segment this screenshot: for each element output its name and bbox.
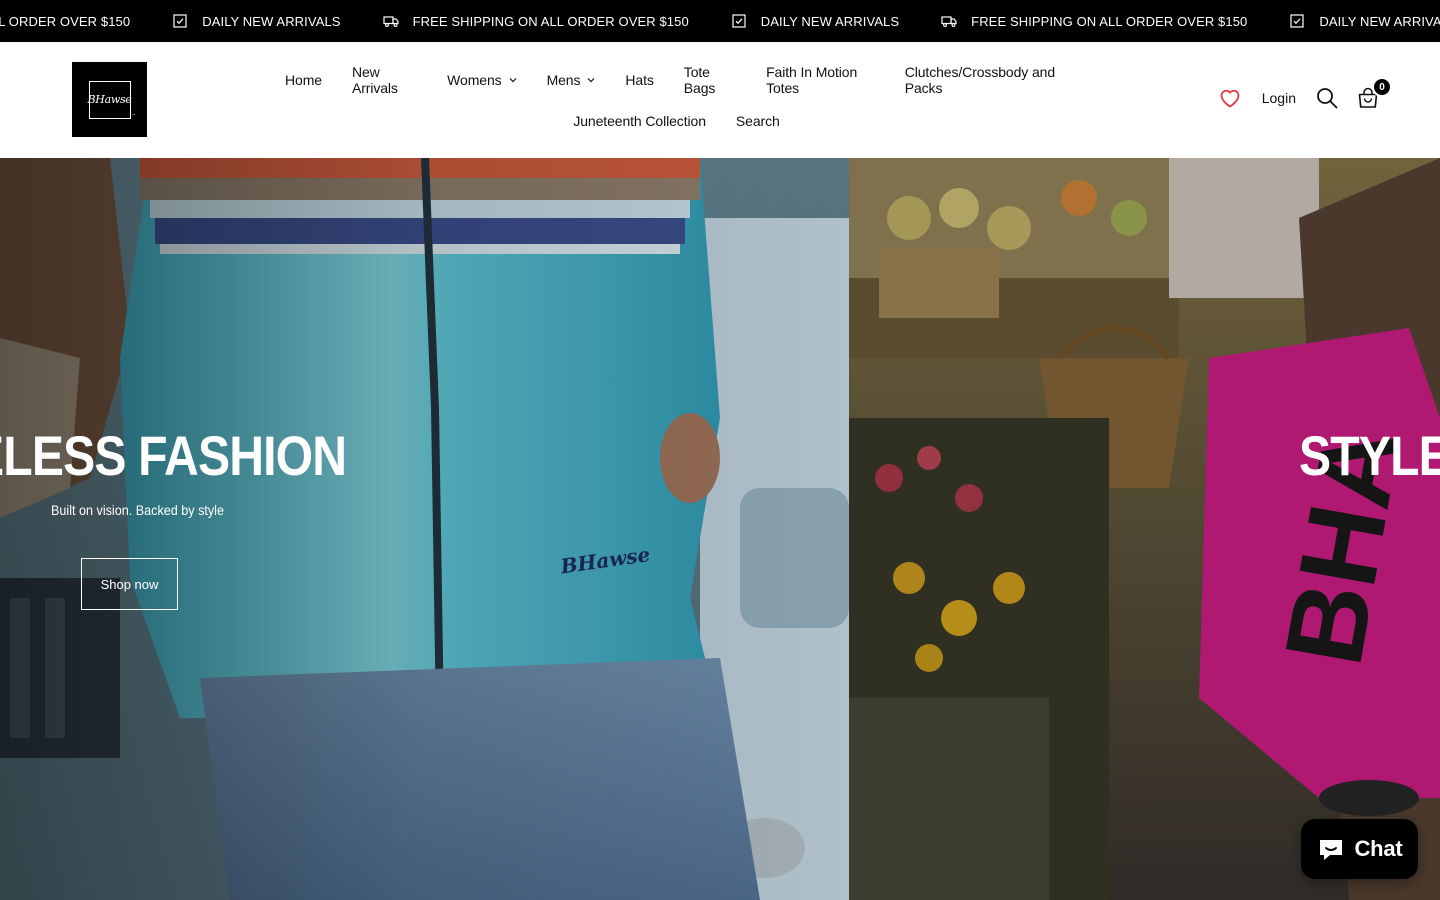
nav-item-label: Search bbox=[735, 112, 780, 129]
announcement-item: DAILY NEW ARRIVALS bbox=[731, 13, 899, 29]
nav-item-hats[interactable]: Hats bbox=[625, 72, 653, 88]
cart-button[interactable]: 0 bbox=[1356, 77, 1392, 110]
announcement-item: DAILY NEW ARRIVALS bbox=[1289, 13, 1440, 29]
announcement-track: FREE SHIPPING ON ALL ORDER OVER $150 DAIL… bbox=[0, 0, 1440, 42]
nav-row-1: Home New Arrivals Womens Mens Hats Tote Bags F… bbox=[270, 59, 1083, 100]
hero-image-jacket: BHawse bbox=[0, 158, 849, 900]
logo-text: BHawse bbox=[87, 93, 132, 106]
nav-item-womens[interactable]: Womens bbox=[447, 72, 516, 88]
nav-item-label: Clutches/Crossbody and Packs bbox=[904, 63, 1056, 96]
search-icon[interactable] bbox=[1316, 87, 1338, 109]
nav-item-mens[interactable]: Mens bbox=[547, 72, 596, 88]
announcement-item: FREE SHIPPING ON ALL ORDER OVER $150 bbox=[941, 13, 1247, 29]
logo[interactable]: BHawse ™ bbox=[72, 62, 147, 137]
header-actions: Login 0 bbox=[1218, 77, 1392, 110]
announcement-text: FREE SHIPPING ON ALL ORDER OVER $150 bbox=[0, 13, 131, 29]
nav-item-label: New Arrivals bbox=[351, 63, 398, 96]
cart-count-badge: 0 bbox=[1372, 77, 1392, 97]
chat-bubble-icon bbox=[1316, 834, 1346, 864]
announcement-bar: FREE SHIPPING ON ALL ORDER OVER $150 DAIL… bbox=[0, 0, 1440, 42]
nav-item-label: Tote Bags bbox=[683, 63, 716, 96]
announcement-text: FREE SHIPPING ON ALL ORDER OVER $150 bbox=[971, 13, 1248, 29]
site-header: BHawse ™ Home New Arrivals Womens Mens Hats T… bbox=[0, 42, 1440, 158]
check-square-icon bbox=[172, 13, 188, 29]
nav-item-label: Hats bbox=[625, 71, 654, 88]
truck-icon bbox=[941, 13, 957, 29]
nav-item-tote-bags[interactable]: Tote Bags bbox=[684, 64, 736, 96]
hero-slide-left[interactable]: BHawse ELESS FASHION Built on vision. Ba… bbox=[0, 158, 849, 900]
nav-item-faith-in-motion-totes[interactable]: Faith In Motion Totes bbox=[766, 64, 875, 96]
announcement-text: DAILY NEW ARRIVALS bbox=[202, 13, 341, 29]
chevron-down-icon bbox=[587, 76, 595, 84]
nav-item-clutches-crossbody-and-packs[interactable]: Clutches/Crossbody and Packs bbox=[905, 64, 1068, 96]
nav-item-label: Mens bbox=[546, 71, 581, 88]
announcement-item: FREE SHIPPING ON ALL ORDER OVER $150 bbox=[0, 14, 130, 29]
nav-row-2: Juneteenth Collection Search bbox=[270, 100, 1083, 141]
nav-item-search[interactable]: Search bbox=[736, 113, 780, 129]
shop-now-button[interactable]: Shop now bbox=[81, 558, 178, 610]
login-link[interactable]: Login bbox=[1262, 90, 1296, 106]
nav-item-new-arrivals[interactable]: New Arrivals bbox=[352, 64, 417, 96]
announcement-text: DAILY NEW ARRIVALS bbox=[760, 13, 900, 29]
hero-slide-right[interactable]: BHA STYLE bbox=[849, 158, 1440, 900]
nav-item-label: Faith In Motion Totes bbox=[766, 63, 858, 96]
nav-item-label: Juneteenth Collection bbox=[573, 112, 706, 129]
wishlist-heart-icon[interactable] bbox=[1218, 86, 1242, 110]
check-square-icon bbox=[1289, 13, 1305, 29]
chat-label: Chat bbox=[1354, 836, 1403, 861]
hero-right-title: STYLE bbox=[1299, 424, 1440, 487]
main-nav: Home New Arrivals Womens Mens Hats Tote Bags F… bbox=[270, 59, 1083, 141]
hero-left-subtitle: Built on vision. Backed by style bbox=[51, 502, 224, 518]
chat-button[interactable]: Chat bbox=[1301, 819, 1418, 879]
announcement-item: FREE SHIPPING ON ALL ORDER OVER $150 bbox=[382, 13, 689, 29]
chevron-down-icon bbox=[509, 76, 517, 84]
hero-slider: BHawse ELESS FASHION Built on vision. Ba… bbox=[0, 158, 1440, 900]
truck-icon bbox=[382, 13, 399, 29]
hero-image-market: BHA bbox=[849, 158, 1440, 900]
nav-item-home[interactable]: Home bbox=[285, 72, 322, 88]
announcement-text: FREE SHIPPING ON ALL ORDER OVER $150 bbox=[412, 13, 689, 29]
announcement-text: DAILY NEW ARRIVALS bbox=[1319, 13, 1440, 29]
nav-item-label: Womens bbox=[447, 71, 502, 88]
check-square-icon bbox=[731, 13, 747, 29]
hero-left-title: ELESS FASHION bbox=[0, 424, 347, 487]
logo-mark: BHawse bbox=[87, 80, 132, 119]
nav-item-juneteenth-collection[interactable]: Juneteenth Collection bbox=[573, 113, 706, 129]
nav-item-label: Home bbox=[285, 71, 322, 88]
announcement-item: DAILY NEW ARRIVALS bbox=[172, 13, 340, 29]
